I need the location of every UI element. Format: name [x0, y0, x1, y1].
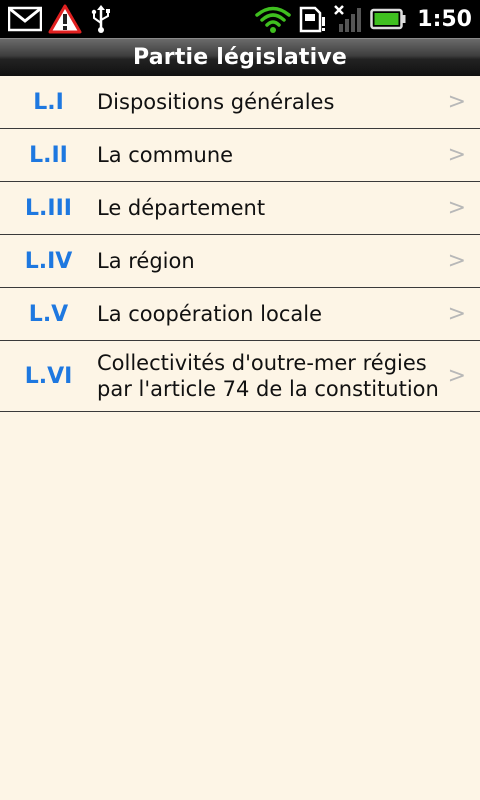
item-label: Dispositions générales	[97, 90, 335, 114]
status-bar: 1:50	[0, 0, 480, 38]
title-bar: Partie législative	[0, 38, 480, 76]
item-code: L.I	[33, 89, 64, 115]
chevron-right-icon: >	[447, 363, 466, 389]
item-code: L.IV	[24, 248, 73, 274]
item-label: Le département	[97, 196, 266, 220]
chapter-list: L.I Dispositions générales > L.II La com…	[0, 76, 480, 412]
clock: 1:50	[417, 6, 472, 32]
chevron-right-icon: >	[447, 142, 466, 168]
item-label: Collectivités d'outre-mer régies par l'a…	[97, 351, 439, 401]
item-code: L.III	[25, 195, 72, 221]
item-label: La coopération locale	[97, 302, 322, 326]
list-item[interactable]: L.I Dispositions générales >	[0, 76, 480, 129]
item-code: L.V	[28, 301, 69, 327]
wifi-icon	[255, 5, 292, 33]
item-label: La région	[97, 249, 195, 273]
warning-icon[interactable]	[48, 4, 82, 34]
list-item[interactable]: L.III Le département >	[0, 182, 480, 235]
list-item[interactable]: L.V La coopération locale >	[0, 288, 480, 341]
chevron-right-icon: >	[447, 301, 466, 327]
system-icons: 1:50	[255, 4, 472, 34]
item-code: L.II	[29, 142, 68, 168]
gmail-icon[interactable]	[8, 5, 42, 33]
usb-icon[interactable]	[88, 4, 114, 34]
chevron-right-icon: >	[447, 89, 466, 115]
chevron-right-icon: >	[447, 248, 466, 274]
item-label: La commune	[97, 143, 234, 167]
list-item[interactable]: L.II La commune >	[0, 129, 480, 182]
sim-icon	[298, 5, 326, 33]
notification-icons	[8, 4, 114, 34]
page-title: Partie législative	[132, 45, 348, 70]
list-item[interactable]: L.IV La région >	[0, 235, 480, 288]
signal-icon	[333, 4, 363, 34]
chevron-right-icon: >	[447, 195, 466, 221]
list-item[interactable]: L.VI Collectivités d'outre-mer régies pa…	[0, 341, 480, 412]
battery-icon	[370, 8, 406, 30]
item-code: L.VI	[24, 363, 73, 389]
